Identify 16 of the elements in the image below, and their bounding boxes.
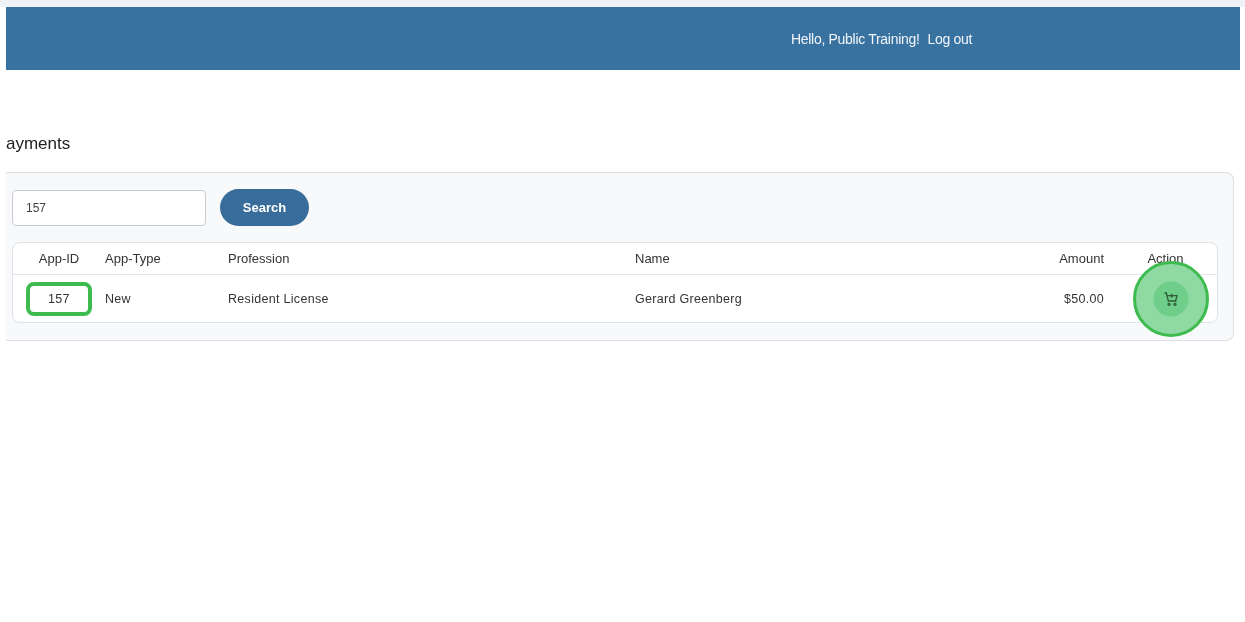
column-header: App-ID <box>38 251 80 266</box>
page-title: ayments <box>6 134 72 154</box>
column-header: App-Type <box>105 251 161 266</box>
column-header: Profession <box>228 251 290 266</box>
search-button[interactable]: Search <box>220 189 309 226</box>
logout-link[interactable]: Log out <box>927 30 973 47</box>
greeting-text: Hello, Public Training! <box>791 30 920 47</box>
search-field[interactable]: 157 <box>12 189 206 226</box>
table-cell: Gerard Greenberg <box>635 291 742 306</box>
table-cell: New <box>105 291 131 306</box>
column-header: Name <box>635 251 670 266</box>
table-cell: 157 <box>26 281 92 316</box>
column-header: Amount <box>1059 251 1104 266</box>
table-cell: Resident License <box>228 291 329 306</box>
cart-icon <box>1162 290 1179 307</box>
table-cell: $50.00 <box>1063 291 1104 306</box>
